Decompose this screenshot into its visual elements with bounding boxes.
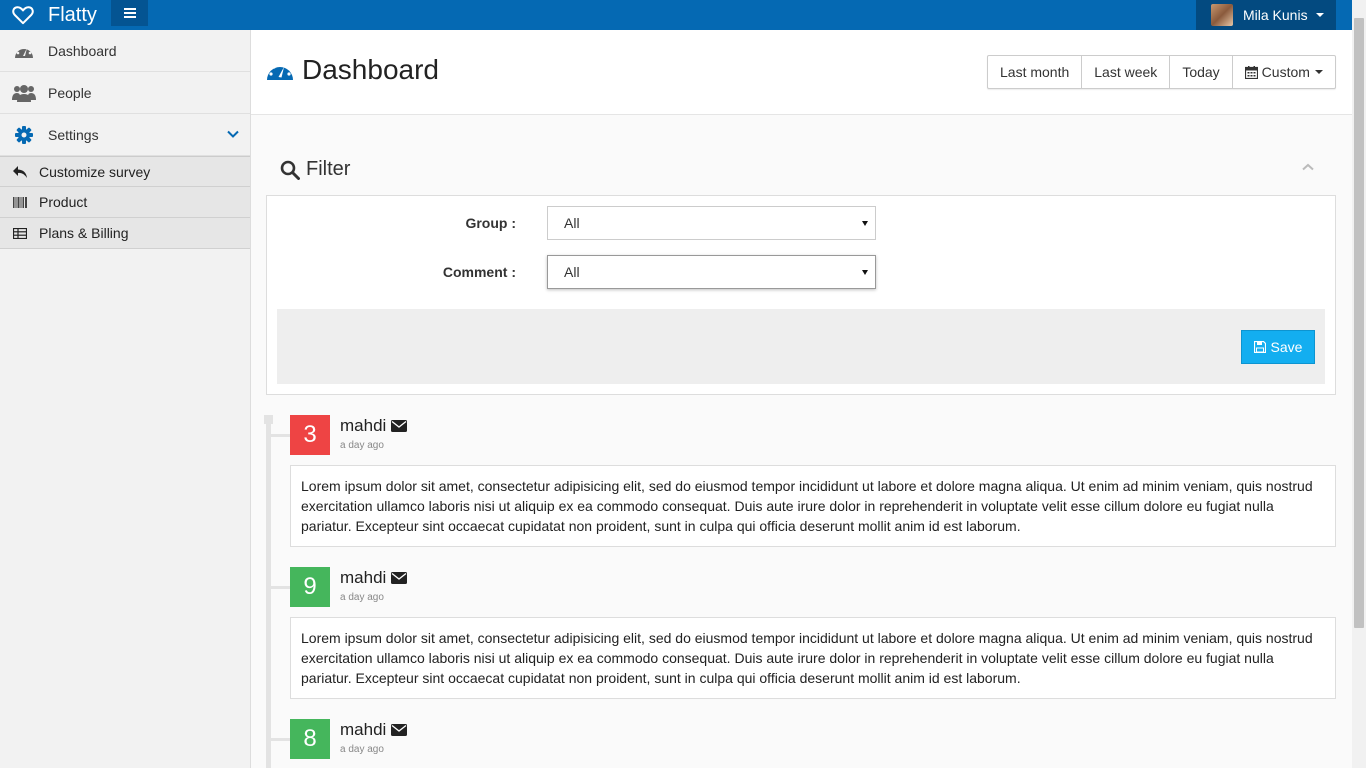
score-badge: 9 bbox=[290, 567, 330, 607]
comment-body: Lorem ipsum dolor sit amet, consectetur … bbox=[290, 465, 1336, 547]
button-label: Today bbox=[1182, 64, 1220, 80]
filter-panel: Group : All Comment : All Save bbox=[266, 195, 1336, 395]
group-label: Group : bbox=[465, 215, 516, 231]
author-name: mahdi bbox=[340, 568, 387, 587]
chevron-down-icon bbox=[227, 130, 239, 138]
last-month-button[interactable]: Last month bbox=[988, 56, 1083, 88]
author-name: mahdi bbox=[340, 416, 387, 435]
sidebar-subitem-plans-billing[interactable]: Plans & Billing bbox=[0, 218, 250, 249]
timeline-connector bbox=[271, 586, 290, 589]
avatar bbox=[1211, 4, 1233, 26]
dropdown-arrow-icon bbox=[862, 221, 868, 226]
sidebar-subitem-product[interactable]: Product bbox=[0, 187, 250, 218]
timeline-connector bbox=[271, 434, 290, 437]
brand[interactable]: Flatty bbox=[12, 0, 97, 30]
author-name: mahdi bbox=[340, 720, 387, 739]
button-label: Custom bbox=[1261, 64, 1310, 80]
sidebar-item-people[interactable]: People bbox=[0, 72, 250, 114]
group-row: Group : All bbox=[267, 206, 1335, 240]
caret-down-icon bbox=[1314, 70, 1323, 74]
sidebar-item-label: People bbox=[48, 84, 92, 101]
date-range-group: Last month Last week Today Custom bbox=[987, 55, 1336, 89]
envelope-icon[interactable] bbox=[391, 724, 408, 736]
search-icon bbox=[280, 160, 300, 180]
sidebar-item-dashboard[interactable]: Dashboard bbox=[0, 30, 250, 72]
sidebar-item-settings[interactable]: Settings bbox=[0, 114, 250, 156]
brand-name: Flatty bbox=[48, 3, 97, 26]
dropdown-arrow-icon bbox=[862, 270, 868, 275]
comment-row: Comment : All bbox=[267, 255, 1335, 289]
timeline-start-marker bbox=[264, 415, 273, 424]
sidebar-item-label: Settings bbox=[48, 126, 99, 143]
users-icon bbox=[0, 84, 48, 102]
hamburger-icon bbox=[123, 8, 136, 18]
sidebar: Dashboard People Settings Customize surv… bbox=[0, 30, 251, 768]
timestamp: a day ago bbox=[340, 440, 384, 451]
page-header: Dashboard Last month Last week Today Cus… bbox=[251, 30, 1352, 115]
chevron-up-icon[interactable] bbox=[1302, 163, 1314, 171]
caret-down-icon bbox=[1315, 13, 1324, 17]
today-button[interactable]: Today bbox=[1170, 56, 1233, 88]
heart-icon bbox=[12, 6, 34, 25]
sidebar-item-label: Dashboard bbox=[48, 42, 117, 59]
dashboard-icon bbox=[0, 42, 48, 60]
form-actions: Save bbox=[277, 309, 1325, 384]
button-label: Last week bbox=[1094, 64, 1158, 80]
save-label: Save bbox=[1270, 339, 1303, 355]
filter-title: Filter bbox=[280, 158, 350, 181]
envelope-icon[interactable] bbox=[391, 572, 408, 584]
gear-icon bbox=[0, 125, 48, 144]
timestamp: a day ago bbox=[340, 744, 384, 755]
sidebar-subitem-customize-survey[interactable]: Customize survey bbox=[0, 156, 250, 187]
scrollbar-thumb[interactable] bbox=[1354, 18, 1364, 628]
envelope-icon[interactable] bbox=[391, 420, 408, 432]
sidebar-subitem-label: Customize survey bbox=[39, 163, 151, 180]
page-scrollbar[interactable] bbox=[1352, 0, 1366, 768]
comment-label: Comment : bbox=[442, 264, 516, 280]
page-title-text: Dashboard bbox=[302, 54, 439, 85]
author: mahdi bbox=[340, 416, 408, 436]
author: mahdi bbox=[340, 720, 408, 740]
barcode-icon bbox=[0, 196, 39, 208]
button-label: Last month bbox=[1000, 64, 1070, 80]
reply-icon bbox=[0, 165, 39, 178]
table-icon bbox=[0, 227, 39, 239]
timestamp: a day ago bbox=[340, 592, 384, 603]
main-content: Dashboard Last month Last week Today Cus… bbox=[251, 30, 1352, 768]
score-badge: 8 bbox=[290, 719, 330, 759]
last-week-button[interactable]: Last week bbox=[1082, 56, 1171, 88]
timeline-connector bbox=[271, 738, 290, 741]
filter-title-text: Filter bbox=[306, 158, 351, 180]
save-icon bbox=[1253, 341, 1266, 353]
user-name: Mila Kunis bbox=[1243, 7, 1308, 23]
timeline-line bbox=[266, 424, 271, 768]
menu-toggle-button[interactable] bbox=[111, 0, 148, 26]
select-value: All bbox=[564, 215, 580, 231]
comment-body: Lorem ipsum dolor sit amet, consectetur … bbox=[290, 617, 1336, 699]
author: mahdi bbox=[340, 568, 408, 588]
group-select[interactable]: All bbox=[547, 206, 876, 240]
comment-select[interactable]: All bbox=[547, 255, 876, 289]
sidebar-subitem-label: Plans & Billing bbox=[39, 225, 129, 241]
select-value: All bbox=[564, 264, 580, 280]
custom-range-button[interactable]: Custom bbox=[1233, 56, 1335, 88]
score-badge: 3 bbox=[290, 415, 330, 455]
sidebar-subitem-label: Product bbox=[39, 194, 88, 210]
user-menu[interactable]: Mila Kunis bbox=[1196, 0, 1336, 30]
dashboard-icon bbox=[267, 62, 293, 80]
save-button[interactable]: Save bbox=[1241, 330, 1315, 364]
page-title: Dashboard bbox=[266, 54, 439, 86]
calendar-icon bbox=[1244, 65, 1258, 79]
top-navbar: Flatty Mila Kunis bbox=[0, 0, 1366, 30]
